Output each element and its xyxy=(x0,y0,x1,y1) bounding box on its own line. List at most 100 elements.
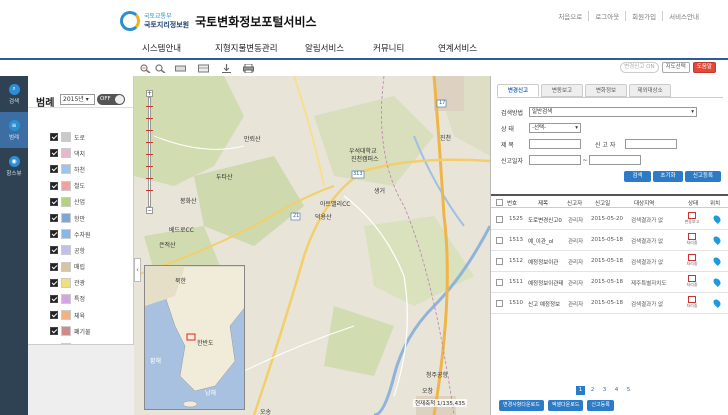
table-row[interactable]: 1511 예정정보이관테 관리자 2015-05-18 제주특별자치도 처리중 xyxy=(491,272,728,293)
zoom-out-icon[interactable] xyxy=(155,64,166,73)
layer-checkbox[interactable] xyxy=(50,246,58,255)
print-icon[interactable] xyxy=(243,64,254,73)
download-changes-button[interactable]: 변경사항다운로드 xyxy=(499,400,544,411)
legend-toggle[interactable]: OFF xyxy=(97,94,125,105)
table-row[interactable]: 1510 신고 예정정보 관리자 2015-05-18 검색결과가 없 처리중 xyxy=(491,293,728,314)
page-5[interactable]: 5 xyxy=(624,386,633,395)
search-method-select[interactable]: 일반검색 ▾ xyxy=(529,107,697,117)
title-input[interactable] xyxy=(529,139,581,149)
measure-area-icon[interactable] xyxy=(198,64,209,73)
location-pin-icon[interactable] xyxy=(712,256,722,266)
legend-layer[interactable]: 폐기물 xyxy=(50,323,91,339)
layer-checkbox[interactable] xyxy=(50,149,58,158)
table-row[interactable]: 1525 도로변경신고0 관리자 2015-05-20 검색결과가 없 변동보고 xyxy=(491,209,728,230)
cell-title[interactable]: 도로변경신고0 xyxy=(528,216,562,224)
table-row[interactable]: 1513 예_이관_ol 관리자 2015-05-18 검색결과가 없 처리중 xyxy=(491,230,728,251)
zoom-minus-button[interactable]: − xyxy=(146,207,153,214)
overview-map[interactable]: 북한 한반도 황해 남해 xyxy=(144,265,245,410)
bottom-register-button[interactable]: 신고등록 xyxy=(587,400,614,411)
location-pin-icon[interactable] xyxy=(712,298,722,308)
date-from-input[interactable] xyxy=(529,155,581,165)
rail-view[interactable]: ◉ 항스뷰 xyxy=(0,148,28,184)
link-home[interactable]: 처음으로 xyxy=(552,11,588,21)
cell-title[interactable]: 예_이관_ol xyxy=(528,237,554,245)
state-icon[interactable]: 처리중 xyxy=(684,233,700,247)
layer-checkbox[interactable] xyxy=(50,327,58,336)
layer-checkbox[interactable] xyxy=(50,230,58,239)
row-checkbox[interactable] xyxy=(496,216,503,223)
legend-layer[interactable]: 도로 xyxy=(50,129,91,145)
location-pin-icon[interactable] xyxy=(712,277,722,287)
layer-checkbox[interactable] xyxy=(50,165,58,174)
search-button[interactable]: 검색 xyxy=(624,171,651,182)
tab-change-info[interactable]: 변화정보 xyxy=(585,84,627,97)
legend-layer[interactable]: 공항 xyxy=(50,242,91,258)
layer-checkbox[interactable] xyxy=(50,262,58,271)
page-2[interactable]: 2 xyxy=(588,386,597,395)
year-select[interactable]: 2015년 ▾ xyxy=(60,94,95,105)
cell-title[interactable]: 예정정보이관 xyxy=(528,258,558,266)
legend-layer[interactable]: 매립 xyxy=(50,259,91,275)
nav-linked-service[interactable]: 연계서비스 xyxy=(438,42,477,54)
state-icon[interactable]: 처리중 xyxy=(684,275,700,289)
select-all-checkbox[interactable] xyxy=(496,199,503,206)
cell-title[interactable]: 신고 예정정보 xyxy=(528,300,560,308)
location-pin-icon[interactable] xyxy=(712,235,722,245)
collapse-legend-button[interactable]: ‹ xyxy=(134,258,141,282)
legend-layer[interactable]: 수자원 xyxy=(50,226,91,242)
site-logo[interactable]: 국토교통부 국토지리정보원 국토변화정보포털서비스 xyxy=(120,10,317,32)
change-report-toggle[interactable]: 변경신고 ON xyxy=(620,62,659,73)
table-row[interactable]: 1512 예정정보이관 관리자 2015-05-18 검색결과가 없 처리중 xyxy=(491,251,728,272)
rail-legend[interactable]: ≡ 범례 xyxy=(0,112,28,148)
state-icon[interactable]: 처리중 xyxy=(684,254,700,268)
rail-search[interactable]: ⌕ 검색 xyxy=(0,76,28,112)
legend-layer[interactable]: 체육 xyxy=(50,307,91,323)
layer-checkbox[interactable] xyxy=(50,197,58,206)
help-button[interactable]: 도움말 xyxy=(692,62,716,73)
register-button[interactable]: 신고등록 xyxy=(685,171,721,182)
row-checkbox[interactable] xyxy=(496,279,503,286)
nav-alert-service[interactable]: 알림서비스 xyxy=(305,42,344,54)
row-checkbox[interactable] xyxy=(496,237,503,244)
zoom-plus-button[interactable]: + xyxy=(146,90,153,97)
nav-system-guide[interactable]: 시스템안내 xyxy=(142,42,181,54)
reset-button[interactable]: 초기화 xyxy=(653,171,683,182)
zoom-in-icon[interactable] xyxy=(140,64,151,73)
measure-distance-icon[interactable] xyxy=(175,64,186,73)
legend-layer[interactable]: 산업 xyxy=(50,194,91,210)
nav-community[interactable]: 커뮤니티 xyxy=(373,42,404,54)
link-logout[interactable]: 로그아웃 xyxy=(588,11,625,21)
cell-title[interactable]: 예정정보이관테 xyxy=(528,279,563,287)
legend-layer[interactable]: 댁지 xyxy=(50,145,91,161)
legend-layer[interactable]: 관광 xyxy=(50,275,91,291)
link-signup[interactable]: 회원가입 xyxy=(625,11,662,21)
download-icon[interactable] xyxy=(221,64,232,73)
nav-feature-change[interactable]: 지형지물변동관리 xyxy=(215,42,278,54)
link-service-guide[interactable]: 서비스안내 xyxy=(662,11,705,21)
layer-checkbox[interactable] xyxy=(50,214,58,223)
map-select-button[interactable]: 지도선택 xyxy=(661,62,690,73)
state-icon[interactable]: 변동보고 xyxy=(684,212,700,226)
legend-layer[interactable]: 항만 xyxy=(50,210,91,226)
layer-checkbox[interactable] xyxy=(50,181,58,190)
row-checkbox[interactable] xyxy=(496,300,503,307)
reporter-input[interactable] xyxy=(625,139,677,149)
legend-layer[interactable]: 특정 xyxy=(50,291,91,307)
date-to-input[interactable] xyxy=(589,155,641,165)
legend-layer[interactable]: 하천 xyxy=(50,161,91,177)
page-4[interactable]: 4 xyxy=(612,386,621,395)
page-1[interactable]: 1 xyxy=(576,386,585,395)
location-pin-icon[interactable] xyxy=(712,214,722,224)
layer-checkbox[interactable] xyxy=(50,311,58,320)
tab-change-notice[interactable]: 변동보고 xyxy=(541,84,583,97)
row-checkbox[interactable] xyxy=(496,258,503,265)
layer-checkbox[interactable] xyxy=(50,294,58,303)
tab-change-report[interactable]: 변경신고 xyxy=(497,84,539,97)
layer-checkbox[interactable] xyxy=(50,278,58,287)
zoom-slider[interactable] xyxy=(146,97,153,207)
tab-excluded[interactable]: 제외대상소 xyxy=(629,84,671,97)
state-select[interactable]: -선택- ▾ xyxy=(529,123,581,133)
excel-download-button[interactable]: 엑셀다운로드 xyxy=(547,400,584,411)
state-icon[interactable]: 처리중 xyxy=(684,296,700,310)
legend-layer[interactable]: 철도 xyxy=(50,178,91,194)
